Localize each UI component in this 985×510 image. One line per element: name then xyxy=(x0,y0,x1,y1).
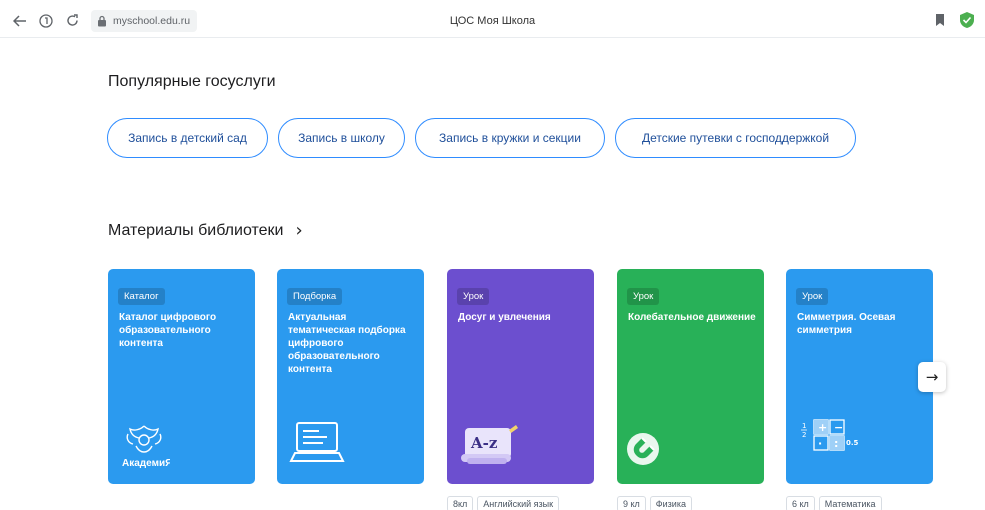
library-card-catalog[interactable]: Каталог Каталог цифрового образовательно… xyxy=(108,269,255,484)
svg-text:·: · xyxy=(818,437,822,450)
svg-text:A-z: A-z xyxy=(470,434,498,452)
svg-text::: : xyxy=(834,437,838,450)
card-title: Актуальная тематическая подборка цифрово… xyxy=(288,312,406,375)
grade-tag[interactable]: 6 кл xyxy=(786,496,815,510)
subject-tag[interactable]: Английский язык xyxy=(477,496,560,510)
card-badge: Подборка xyxy=(287,288,343,305)
svg-text:1: 1 xyxy=(802,422,806,430)
library-card-lesson-symmetry[interactable]: Урок Симметрия. Осевая симметрия + − · :… xyxy=(786,269,933,484)
address-bar[interactable]: myschool.edu.ru xyxy=(91,9,198,32)
card-badge: Урок xyxy=(796,288,829,305)
back-arrow-icon[interactable] xyxy=(7,8,33,34)
card-badge: Урок xyxy=(627,288,660,305)
browser-toolbar: myschool.edu.ru ЦОС Моя Школа xyxy=(0,4,985,38)
lock-icon xyxy=(98,15,106,26)
card-badge: Урок xyxy=(457,288,490,305)
arrow-right-icon: → xyxy=(925,368,939,386)
magnet-icon xyxy=(626,432,660,470)
subject-tag[interactable]: Математика xyxy=(818,496,882,510)
card-tags-leisure: 8кл Английский язык xyxy=(447,496,560,510)
service-trips-button[interactable]: Детские путевки с господдержкой xyxy=(615,118,856,158)
shield-icon[interactable] xyxy=(960,12,974,32)
subject-tag[interactable]: Физика xyxy=(649,496,692,510)
popular-services-heading: Популярные госуслуги xyxy=(108,73,276,90)
card-title: Досуг и увлечения xyxy=(458,312,551,323)
grade-tag[interactable]: 8кл xyxy=(447,496,474,510)
library-heading: Материалы библиотеки xyxy=(108,222,284,239)
card-title: Каталог цифрового образовательного конте… xyxy=(119,312,217,349)
svg-text:−: − xyxy=(834,421,843,434)
service-school-button[interactable]: Запись в школу xyxy=(278,118,405,158)
card-tags-oscillation: 9 кл Физика xyxy=(617,496,692,510)
grade-tag[interactable]: 9 кл xyxy=(617,496,646,510)
service-kindergarten-button[interactable]: Запись в детский сад xyxy=(107,118,268,158)
service-clubs-button[interactable]: Запись в кружки и секции xyxy=(415,118,605,158)
popular-services-list: Запись в детский сад Запись в школу Запи… xyxy=(107,118,856,158)
card-badge: Каталог xyxy=(118,288,165,305)
card-tags-symmetry: 6 кл Математика xyxy=(786,496,882,510)
svg-text:2: 2 xyxy=(802,431,806,439)
card-title: Симметрия. Осевая симметрия xyxy=(797,312,896,336)
math-tiles-icon: + − · : 1 2 0.5 xyxy=(800,418,862,462)
library-card-collection[interactable]: Подборка Актуальная тематическая подборк… xyxy=(277,269,424,484)
academy-emblem-icon: АкадемиЯ xyxy=(118,420,172,474)
chevron-right-icon: › xyxy=(295,220,303,241)
url-text: myschool.edu.ru xyxy=(113,14,191,27)
carousel-next-button[interactable]: → xyxy=(918,362,946,392)
svg-text:+: + xyxy=(818,421,827,434)
library-card-lesson-leisure[interactable]: Урок Досуг и увлечения A-z xyxy=(447,269,594,484)
laptop-icon xyxy=(289,421,345,471)
svg-text:0.5: 0.5 xyxy=(846,439,859,447)
yandex-icon[interactable] xyxy=(33,8,59,34)
card-title: Колебательное движение xyxy=(628,312,756,323)
bookmark-icon[interactable] xyxy=(935,11,945,30)
svg-text:АкадемиЯ: АкадемиЯ xyxy=(122,458,170,469)
library-heading-link[interactable]: Материалы библиотеки › xyxy=(108,222,303,240)
reload-icon[interactable] xyxy=(59,8,85,34)
library-card-lesson-oscillation[interactable]: Урок Колебательное движение xyxy=(617,269,764,484)
scroll-az-icon: A-z xyxy=(457,424,519,472)
